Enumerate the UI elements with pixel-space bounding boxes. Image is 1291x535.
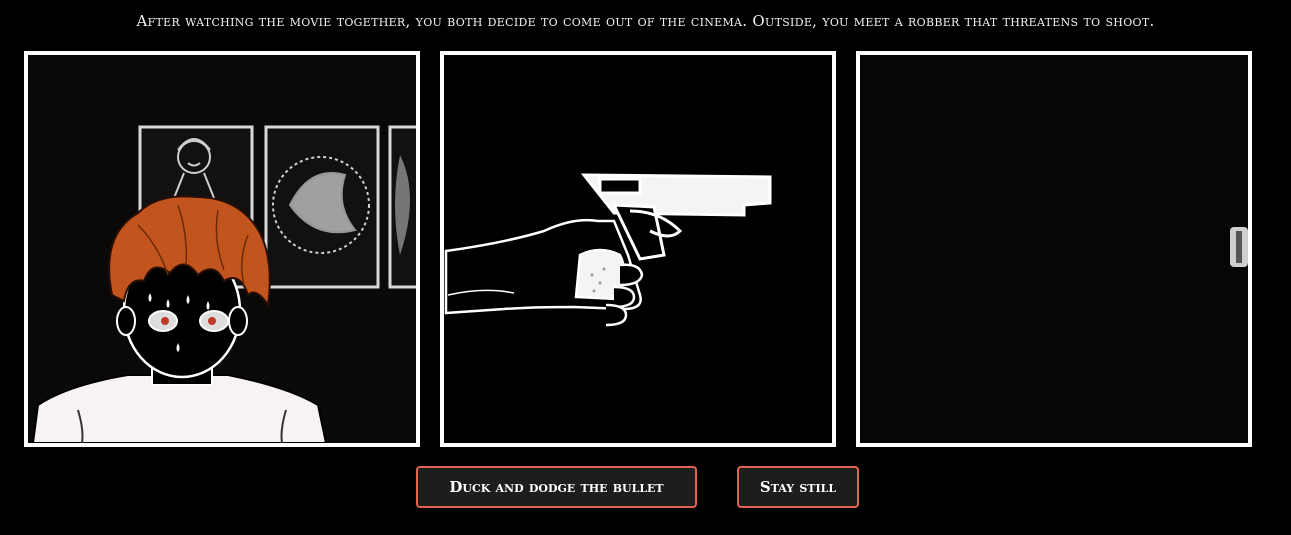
duck-dodge-button[interactable]: Duck and dodge the bullet (416, 466, 697, 508)
comic-panel-1 (24, 51, 420, 447)
scared-boy-illustration (31, 125, 416, 443)
comic-panel-3 (856, 51, 1252, 447)
choice-bar: Duck and dodge the bullet Stay still (0, 466, 1291, 512)
comic-panel-2 (440, 51, 836, 447)
gun-hand-illustration (444, 173, 772, 327)
bullet-edge-illustration (1230, 227, 1248, 267)
story-narration: After watching the movie together, you b… (136, 12, 1155, 30)
stay-still-button[interactable]: Stay still (737, 466, 859, 508)
hand (444, 218, 644, 327)
